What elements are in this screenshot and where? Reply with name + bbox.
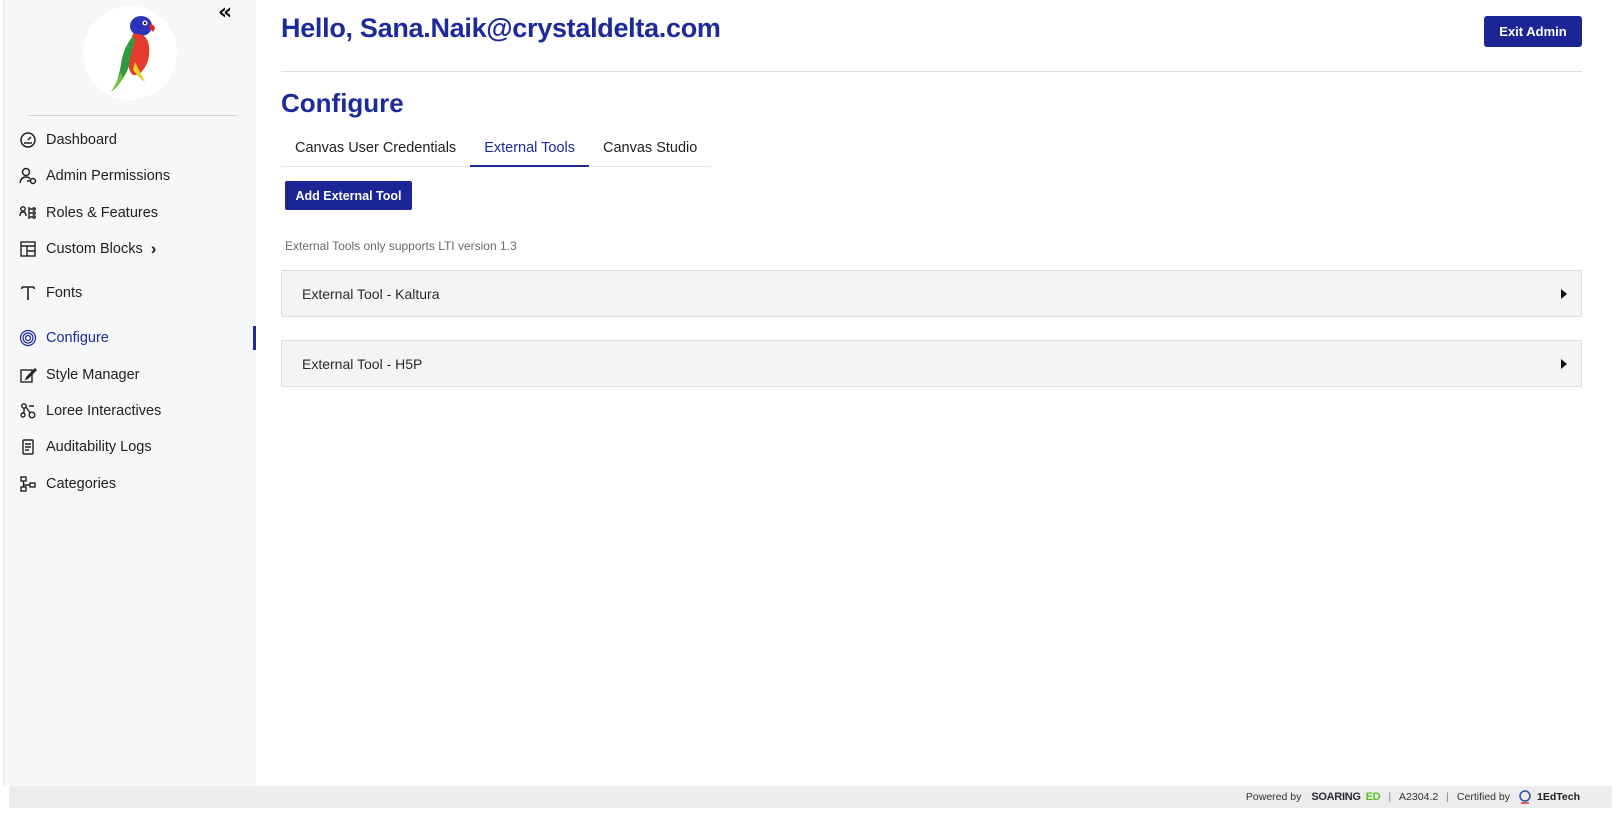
footer: Powered by SOARING ED | A2304.2 | Certifi… [9, 786, 1612, 808]
sidebar-item-categories[interactable]: Categories [18, 471, 248, 497]
sidebar-item-label: Loree Interactives [46, 403, 162, 419]
add-external-tool-button[interactable]: Add External Tool [285, 181, 412, 210]
tab-canvas-user-credentials[interactable]: Canvas User Credentials [281, 134, 470, 167]
sidebar-item-label: Fonts [46, 285, 83, 301]
brand-main: SOARING [1311, 791, 1361, 803]
sidebar-item-roles-features[interactable]: Roles & Features [18, 200, 248, 226]
sidebar-item-label: Categories [46, 476, 117, 492]
sidebar-item-configure[interactable]: Configure [18, 325, 248, 351]
sidebar-item-dashboard[interactable]: Dashboard [18, 127, 248, 153]
edit-icon [18, 365, 38, 385]
external-tool-accordion-kaltura[interactable]: External Tool - Kaltura [281, 270, 1582, 317]
footer-separator: | [1388, 791, 1392, 803]
active-indicator [253, 326, 256, 350]
page-title: Configure [281, 88, 404, 118]
sidebar-item-fonts[interactable]: Fonts [18, 280, 248, 306]
sidebar: « Dashboard Admin Permissions Roles & Fe… [3, 0, 256, 786]
tab-external-tools[interactable]: External Tools [470, 134, 589, 167]
sidebar-item-label: Custom Blocks [46, 241, 143, 257]
sidebar-item-custom-blocks[interactable]: Custom Blocks › [18, 236, 248, 262]
user-key-icon [18, 166, 38, 186]
sidebar-item-loree-interactives[interactable]: Loree Interactives [18, 398, 248, 424]
sidebar-item-label: Configure [46, 330, 109, 346]
parrot-logo [83, 6, 177, 100]
sidebar-item-label: Style Manager [46, 367, 140, 383]
sidebar-item-admin-permissions[interactable]: Admin Permissions [18, 163, 248, 189]
brand-accent: ED [1365, 791, 1381, 803]
certified-by-label: Certified by [1456, 791, 1511, 803]
sidebar-item-style-manager[interactable]: Style Manager [18, 362, 248, 388]
hierarchy-icon [18, 474, 38, 494]
exit-admin-button[interactable]: Exit Admin [1484, 16, 1582, 47]
caret-right-icon [1561, 288, 1567, 299]
collapse-sidebar-icon[interactable]: « [218, 2, 238, 24]
sidebar-item-label: Dashboard [46, 132, 117, 148]
certifier-name: 1EdTech [1537, 791, 1580, 803]
fingerprint-icon [18, 328, 38, 348]
lti-version-note: External Tools only supports LTI version… [285, 239, 517, 253]
tab-bar: Canvas User Credentials External Tools C… [281, 134, 712, 167]
greeting-heading: Hello, Sana.Naik@crystaldelta.com [281, 13, 721, 43]
sidebar-item-label: Admin Permissions [46, 168, 171, 184]
document-icon [18, 437, 38, 457]
interactives-icon [18, 401, 38, 421]
chevron-right-icon: › [150, 239, 157, 258]
tab-canvas-studio[interactable]: Canvas Studio [589, 134, 711, 167]
sidebar-item-label: Auditability Logs [46, 439, 152, 455]
footer-separator: | [1446, 791, 1449, 803]
header-divider [281, 71, 1582, 72]
accordion-title: External Tool - H5P [302, 355, 423, 372]
sidebar-divider [29, 115, 237, 116]
app-root: « Dashboard Admin Permissions Roles & Fe… [0, 0, 1620, 827]
sidebar-item-auditability-logs[interactable]: Auditability Logs [18, 434, 248, 460]
external-tool-accordion-h5p[interactable]: External Tool - H5P [281, 340, 1582, 387]
soaringed-logo: SOARING ED [1306, 791, 1380, 803]
blocks-icon [18, 239, 38, 259]
font-icon [18, 283, 38, 303]
roles-icon [18, 203, 38, 223]
version-label: A2304.2 [1399, 791, 1439, 803]
sidebar-item-label: Roles & Features [46, 205, 159, 221]
caret-right-icon [1561, 358, 1567, 369]
gauge-icon [18, 130, 38, 150]
powered-by-label: Powered by [1245, 791, 1302, 803]
accordion-title: External Tool - Kaltura [302, 285, 440, 302]
1edtech-logo-icon [1518, 790, 1532, 804]
